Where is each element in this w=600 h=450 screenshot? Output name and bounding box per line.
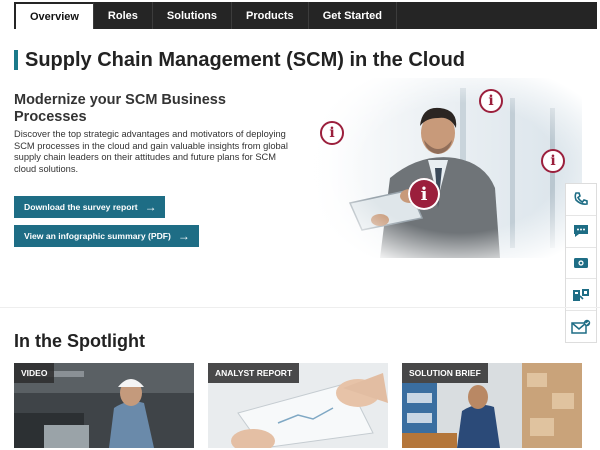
arrow-right-icon: → <box>144 200 157 214</box>
spotlight-card-analyst-report[interactable]: ANALYST REPORT <box>208 363 388 448</box>
card-label: VIDEO <box>14 363 55 383</box>
side-contact-toolbar <box>565 183 597 343</box>
email-icon[interactable] <box>566 311 596 342</box>
tab-overview[interactable]: Overview <box>14 2 94 29</box>
download-survey-button[interactable]: Download the survey report → <box>14 196 165 218</box>
tab-products[interactable]: Products <box>232 2 309 29</box>
download-survey-label: Download the survey report <box>24 202 138 212</box>
card-label: SOLUTION BRIEF <box>402 363 488 383</box>
hero-body: Discover the top strategic advantages an… <box>14 129 288 174</box>
page-title: Supply Chain Management (SCM) in the Clo… <box>25 49 465 71</box>
info-hotspot-icon[interactable]: i <box>479 89 503 113</box>
tab-get-started[interactable]: Get Started <box>309 2 397 29</box>
section-divider <box>0 307 600 308</box>
phone-icon[interactable] <box>566 184 596 216</box>
chat-icon[interactable] <box>566 216 596 248</box>
view-infographic-label: View an infographic summary (PDF) <box>24 231 171 241</box>
arrow-right-icon: → <box>177 229 190 243</box>
spotlight-card-solution-brief[interactable]: SOLUTION BRIEF <box>402 363 582 448</box>
tab-solutions[interactable]: Solutions <box>153 2 232 29</box>
camera-icon[interactable] <box>566 248 596 280</box>
title-accent-bar <box>14 50 18 70</box>
hero-businessman-image <box>310 78 582 258</box>
spotlight-title: In the Spotlight <box>14 331 145 351</box>
spotlight-card-video[interactable]: VIDEO <box>14 363 194 448</box>
info-hotspot-icon[interactable]: i <box>408 178 440 210</box>
info-hotspot-icon[interactable]: i <box>320 121 344 145</box>
info-hotspot-icon[interactable]: i <box>541 149 565 173</box>
card-label: ANALYST REPORT <box>208 363 300 383</box>
hero-heading: Modernize your SCM Business Processes <box>14 92 226 125</box>
top-nav: Overview Roles Solutions Products Get St… <box>14 2 597 29</box>
view-infographic-button[interactable]: View an infographic summary (PDF) → <box>14 225 199 247</box>
tab-roles[interactable]: Roles <box>94 2 153 29</box>
